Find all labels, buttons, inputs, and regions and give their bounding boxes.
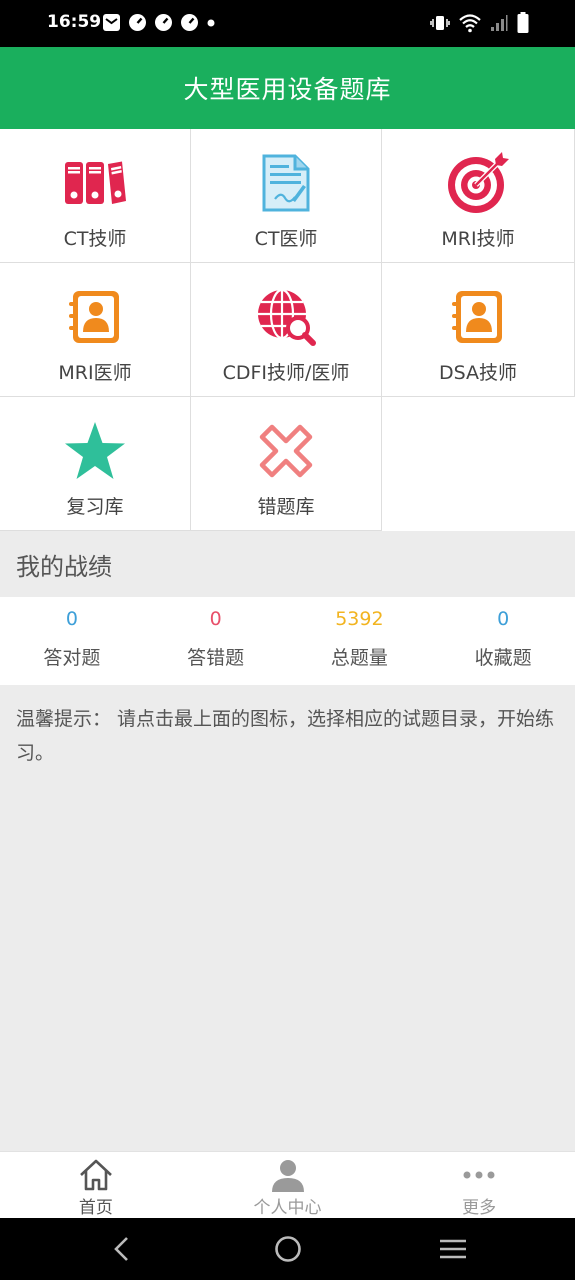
vibrate-icon <box>430 15 450 30</box>
stat-value: 5392 <box>335 608 384 630</box>
star-icon <box>63 419 127 483</box>
contact-book-icon <box>63 285 127 349</box>
system-nav-bar <box>0 1218 575 1280</box>
nav-home[interactable]: 首页 <box>0 1152 192 1218</box>
status-time: 16:59 <box>47 12 102 32</box>
category-dsa-technician[interactable]: DSA技师 <box>382 263 575 397</box>
stat-value: 0 <box>497 608 510 630</box>
category-label: MRI技师 <box>441 228 515 250</box>
category-wrong-bank[interactable]: 错题库 <box>191 397 382 531</box>
stat-label: 答对题 <box>43 647 101 669</box>
nav-label: 首页 <box>78 1198 113 1218</box>
stat-correct[interactable]: 0 答对题 <box>0 597 144 685</box>
cross-icon <box>254 419 318 483</box>
category-label: CT医师 <box>254 228 318 250</box>
category-label: MRI医师 <box>58 362 132 384</box>
category-label: DSA技师 <box>438 362 518 384</box>
binders-icon <box>63 151 127 215</box>
section-title-my-record: 我的战绩 <box>0 531 575 597</box>
signal-icon <box>491 14 508 31</box>
stat-label: 总题量 <box>330 647 388 669</box>
category-mri-physician[interactable]: MRI医师 <box>0 263 191 397</box>
nav-label: 个人中心 <box>253 1198 322 1218</box>
stat-favorites[interactable]: 0 收藏题 <box>431 597 575 685</box>
nav-label: 更多 <box>462 1198 497 1218</box>
mail-icon <box>103 14 120 31</box>
page-title: 大型医用设备题库 <box>183 75 392 104</box>
speedometer-icon <box>129 14 146 31</box>
section-title-text: 我的战绩 <box>16 552 112 581</box>
dot-icon <box>207 19 215 27</box>
document-icon <box>254 151 318 215</box>
recents-menu-icon[interactable] <box>439 1235 467 1263</box>
target-icon <box>446 151 510 215</box>
stat-label: 收藏题 <box>474 647 532 669</box>
stat-wrong[interactable]: 0 答错题 <box>144 597 288 685</box>
home-icon <box>78 1157 114 1193</box>
stat-value: 0 <box>65 608 78 630</box>
bottom-nav: 首页 个人中心 更多 <box>0 1151 575 1218</box>
empty-cell <box>382 397 575 531</box>
wifi-icon <box>459 13 481 32</box>
system-status-icons <box>430 12 529 33</box>
status-bar: 16:59 <box>0 0 575 47</box>
nav-profile[interactable]: 个人中心 <box>192 1152 384 1218</box>
category-label: CT技师 <box>63 228 127 250</box>
home-circle-icon[interactable] <box>274 1235 302 1263</box>
category-label: 错题库 <box>257 496 315 518</box>
stats-panel: 0 答对题 0 答错题 5392 总题量 0 收藏题 <box>0 597 575 685</box>
battery-icon <box>517 12 529 33</box>
category-ct-physician[interactable]: CT医师 <box>191 129 382 263</box>
category-label: CDFI技师/医师 <box>222 362 350 384</box>
category-mri-technician[interactable]: MRI技师 <box>382 129 575 263</box>
contact-book-icon <box>446 285 510 349</box>
category-ct-technician[interactable]: CT技师 <box>0 129 191 263</box>
speedometer-icon <box>155 14 172 31</box>
category-label: 复习库 <box>66 496 124 518</box>
category-review-bank[interactable]: 复习库 <box>0 397 191 531</box>
tip-text: 温馨提示： 请点击最上面的图标，选择相应的试题目录，开始练习。 <box>16 708 555 764</box>
more-dots-icon <box>461 1157 497 1193</box>
back-icon[interactable] <box>110 1235 134 1263</box>
nav-more[interactable]: 更多 <box>383 1152 575 1218</box>
stat-value: 0 <box>209 608 222 630</box>
category-grid: CT技师 CT医师 MRI技师 MRI医师 CDFI技师/医师 DSA技师 复习… <box>0 129 575 531</box>
stat-label: 答错题 <box>187 647 245 669</box>
notification-icons <box>102 13 216 32</box>
app-header: 大型医用设备题库 <box>0 47 575 129</box>
person-icon <box>270 1157 306 1193</box>
speedometer-icon <box>181 14 198 31</box>
stat-total[interactable]: 5392 总题量 <box>288 597 432 685</box>
category-cdfi[interactable]: CDFI技师/医师 <box>191 263 382 397</box>
globe-search-icon <box>254 285 318 349</box>
